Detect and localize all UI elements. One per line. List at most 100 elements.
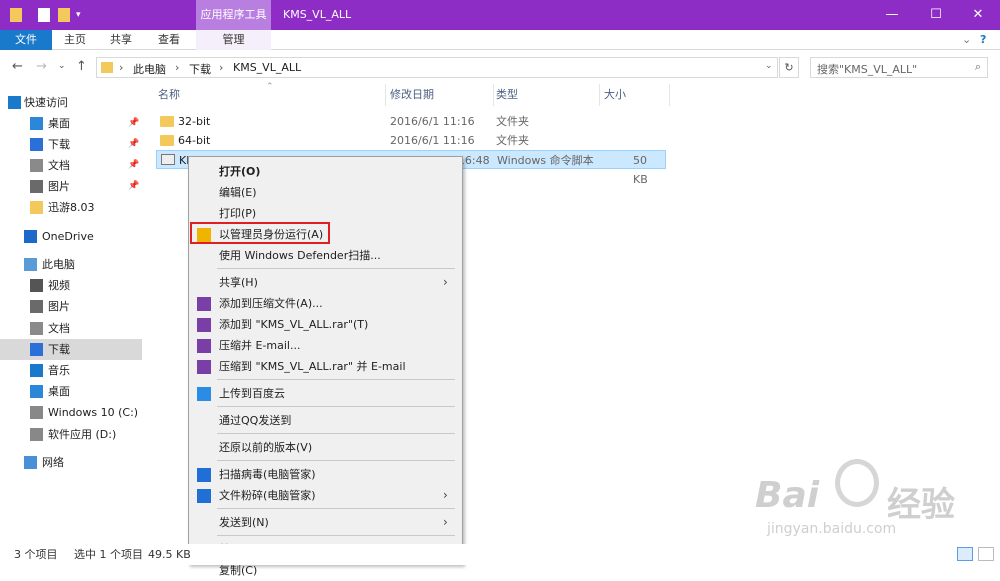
nav-item[interactable]: 快速访问 (0, 92, 142, 113)
column-header-type[interactable]: 类型 (496, 84, 600, 106)
tab-file[interactable]: 文件 (0, 30, 52, 50)
winrar-icon (197, 339, 211, 353)
folder-icon (160, 116, 174, 127)
network-icon (24, 456, 37, 469)
new-folder-icon[interactable] (58, 8, 70, 22)
status-bar: 3 个项目 选中 1 个项目 49.5 KB (0, 544, 1000, 565)
video-icon (30, 279, 43, 292)
menu-separator (217, 460, 455, 461)
menu-item[interactable]: 编辑(E) (189, 182, 462, 203)
folder-icon[interactable] (10, 8, 22, 22)
navigation-pane: 快速访问 桌面 📌 下载 📌 文档 📌 图片 📌 迅游8.03 OneDrive 此电脑 视频 图片 文档下… (0, 84, 142, 544)
tab-manage[interactable]: 管理 (196, 30, 271, 50)
file-size: 50 KB (633, 154, 648, 186)
menu-item[interactable]: 上传到百度云 (189, 383, 462, 404)
column-header-date[interactable]: 修改日期 (390, 84, 494, 106)
pin-icon[interactable]: 📌 (128, 155, 139, 176)
help-icon[interactable]: ? (980, 30, 986, 50)
menu-item-label: 共享(H) (219, 276, 258, 289)
nav-item[interactable]: 图片 📌 (0, 176, 142, 197)
menu-item[interactable]: 添加到 "KMS_VL_ALL.rar"(T) (189, 314, 462, 335)
nav-item-label: 软件应用 (D:) (48, 428, 117, 441)
nav-item[interactable]: 网络 (0, 452, 142, 473)
menu-item[interactable]: 扫描病毒(电脑管家) (189, 464, 462, 485)
nav-item[interactable]: 下载 (0, 339, 142, 360)
nav-item[interactable]: 桌面 (0, 381, 142, 402)
nav-item[interactable]: 音乐 (0, 360, 142, 381)
drive-icon (30, 428, 43, 441)
nav-item-label: 音乐 (48, 364, 70, 377)
expand-ribbon-icon[interactable]: ⌄ (962, 30, 971, 50)
up-icon[interactable]: ↑ (76, 59, 87, 74)
nav-item[interactable]: 文档 📌 (0, 155, 142, 176)
nav-item[interactable]: 文档 (0, 318, 142, 339)
menu-item[interactable]: 添加到压缩文件(A)... (189, 293, 462, 314)
menu-item[interactable]: 压缩并 E-mail... (189, 335, 462, 356)
file-row[interactable]: 64-bit 2016/6/1 11:16 文件夹 (156, 131, 666, 150)
pin-icon[interactable]: 📌 (128, 134, 139, 155)
nav-item-label: 视频 (48, 279, 70, 292)
pin-icon[interactable]: 📌 (128, 113, 139, 134)
refresh-button[interactable]: ↻ (779, 57, 799, 78)
selected-count: 选中 1 个项目 (74, 548, 143, 561)
nav-item-label: 下载 (48, 343, 70, 356)
menu-item[interactable]: 文件粉碎(电脑管家) › (189, 485, 462, 506)
breadcrumb-current[interactable]: KMS_VL_ALL (233, 61, 301, 74)
address-row: ← → ⌄ ↑ › 此电脑 › 下载 › KMS_VL_ALL ⌄ ↻ 搜索"K… (0, 51, 1000, 82)
address-bar[interactable]: › 此电脑 › 下载 › KMS_VL_ALL ⌄ (96, 57, 778, 78)
computer-icon (24, 258, 37, 271)
window-title: KMS_VL_ALL (283, 8, 352, 21)
nav-item-label: OneDrive (42, 230, 94, 243)
nav-item[interactable]: Windows 10 (C:) (0, 402, 142, 423)
maximize-button[interactable]: ☐ (916, 0, 956, 30)
run-as-admin-highlight (190, 222, 330, 244)
tab-share[interactable]: 共享 (110, 30, 132, 50)
menu-item[interactable]: 打开(O) (189, 161, 462, 182)
close-button[interactable]: ✕ (958, 0, 998, 30)
search-input[interactable]: 搜索"KMS_VL_ALL" ⌕ (810, 57, 988, 78)
menu-item-label: 打开(O) (219, 165, 261, 178)
menu-item[interactable]: 打印(P) (189, 203, 462, 224)
download-icon (30, 343, 43, 356)
forward-icon[interactable]: → (36, 59, 47, 74)
recent-dropdown-icon[interactable]: ⌄ (58, 61, 66, 71)
menu-item[interactable]: 共享(H) › (189, 272, 462, 293)
nav-item[interactable]: OneDrive (0, 226, 142, 247)
nav-item[interactable]: 下载 📌 (0, 134, 142, 155)
menu-item[interactable]: 使用 Windows Defender扫描... (189, 245, 462, 266)
menu-item-label: 扫描病毒(电脑管家) (219, 468, 316, 481)
nav-item[interactable]: 视频 (0, 275, 142, 296)
properties-icon[interactable] (38, 8, 50, 22)
column-header-name[interactable]: 名称 (158, 84, 386, 106)
menu-item[interactable]: 发送到(N) › (189, 512, 462, 533)
nav-item[interactable]: 桌面 📌 (0, 113, 142, 134)
column-header-size[interactable]: 大小 (604, 84, 670, 106)
menu-item[interactable]: 压缩到 "KMS_VL_ALL.rar" 并 E-mail (189, 356, 462, 377)
nav-item[interactable]: 图片 (0, 296, 142, 317)
breadcrumb-downloads[interactable]: 下载 (189, 61, 211, 77)
menu-item-label: 压缩到 "KMS_VL_ALL.rar" 并 E-mail (219, 360, 406, 373)
breadcrumb-this-pc[interactable]: 此电脑 (133, 61, 166, 77)
tab-home[interactable]: 主页 (64, 30, 86, 50)
menu-separator (217, 433, 455, 434)
nav-item[interactable]: 迅游8.03 (0, 197, 142, 218)
large-icons-view-icon[interactable] (978, 547, 994, 561)
details-view-icon[interactable] (957, 547, 973, 561)
menu-item-label: 还原以前的版本(V) (219, 441, 313, 454)
context-menu: 打开(O) 编辑(E) 打印(P) 以管理员身份运行(A) 使用 Windows Def… (188, 156, 463, 577)
nav-item[interactable]: 此电脑 (0, 254, 142, 275)
title-bar: ▾ 应用程序工具 KMS_VL_ALL — ☐ ✕ (0, 0, 1000, 30)
nav-item[interactable]: 软件应用 (D:) (0, 424, 142, 445)
customize-toolbar-icon[interactable]: ▾ (76, 8, 84, 22)
winrar-icon (197, 360, 211, 374)
back-icon[interactable]: ← (12, 59, 23, 74)
menu-item[interactable]: 还原以前的版本(V) (189, 437, 462, 458)
minimize-button[interactable]: — (872, 0, 912, 30)
tab-view[interactable]: 查看 (158, 30, 180, 50)
file-row[interactable]: 32-bit 2016/6/1 11:16 文件夹 (156, 112, 666, 131)
document-icon (30, 322, 43, 335)
nav-item-label: 迅游8.03 (48, 201, 95, 214)
menu-item[interactable]: 通过QQ发送到 (189, 410, 462, 431)
address-dropdown-icon[interactable]: ⌄ (765, 61, 773, 71)
pin-icon[interactable]: 📌 (128, 176, 139, 197)
